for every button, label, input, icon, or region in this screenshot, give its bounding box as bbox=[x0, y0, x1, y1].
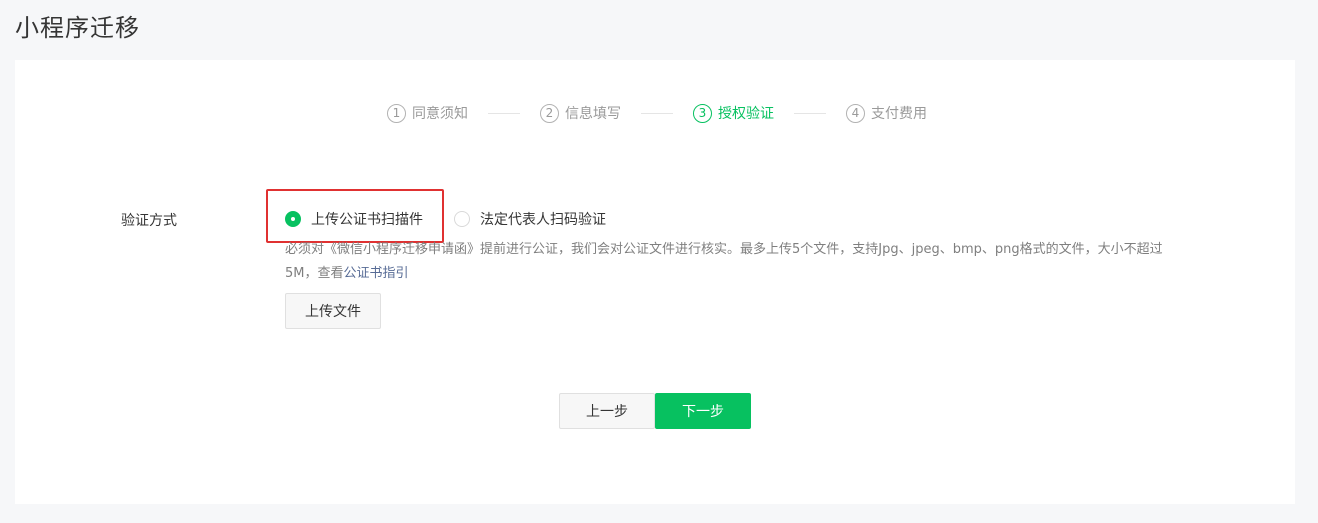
radio-unchecked-icon[interactable] bbox=[454, 211, 470, 227]
next-step-button[interactable]: 下一步 bbox=[655, 393, 751, 429]
radio-legal-rep-scan[interactable]: 法定代表人扫码验证 bbox=[454, 209, 606, 229]
step-number: 4 bbox=[846, 103, 865, 123]
upload-file-button[interactable]: 上传文件 bbox=[285, 293, 381, 329]
step-label: 授权验证 bbox=[718, 106, 774, 122]
description-text: 必须对《微信小程序迁移申请函》提前进行公证，我们会对公证文件进行核实。最多上传5… bbox=[285, 242, 1163, 281]
radio-label: 上传公证书扫描件 bbox=[311, 212, 423, 228]
prev-step-button[interactable]: 上一步 bbox=[559, 393, 655, 429]
step-divider bbox=[794, 112, 826, 114]
step-number: 2 bbox=[540, 103, 559, 123]
step-divider bbox=[641, 112, 673, 114]
step-number: 1 bbox=[387, 103, 406, 123]
step-divider bbox=[488, 112, 520, 114]
radio-checked-icon[interactable] bbox=[285, 211, 301, 227]
step-3: 3 授权验证 bbox=[693, 103, 774, 123]
migration-card: 1 同意须知 2 信息填写 3 授权验证 4 支付费用 验证方式 上传公证书扫描… bbox=[15, 60, 1295, 504]
step-1: 1 同意须知 bbox=[387, 103, 468, 123]
step-indicator: 1 同意须知 2 信息填写 3 授权验证 4 支付费用 bbox=[387, 103, 927, 123]
step-4: 4 支付费用 bbox=[846, 103, 927, 123]
step-2: 2 信息填写 bbox=[540, 103, 621, 123]
page-title: 小程序迁移 bbox=[15, 14, 140, 42]
step-number: 3 bbox=[693, 103, 712, 123]
radio-upload-notarization[interactable]: 上传公证书扫描件 bbox=[285, 209, 423, 229]
step-label: 同意须知 bbox=[412, 106, 468, 122]
step-label: 支付费用 bbox=[871, 106, 927, 122]
verification-method-label: 验证方式 bbox=[121, 213, 177, 229]
radio-label: 法定代表人扫码验证 bbox=[480, 212, 606, 228]
upload-description: 必须对《微信小程序迁移申请函》提前进行公证，我们会对公证文件进行核实。最多上传5… bbox=[285, 238, 1195, 286]
step-navigation: 上一步 下一步 bbox=[559, 393, 751, 429]
notarization-guide-link[interactable]: 公证书指引 bbox=[344, 266, 409, 281]
verification-method-radio-group: 上传公证书扫描件 法定代表人扫码验证 bbox=[285, 209, 606, 229]
step-label: 信息填写 bbox=[565, 106, 621, 122]
